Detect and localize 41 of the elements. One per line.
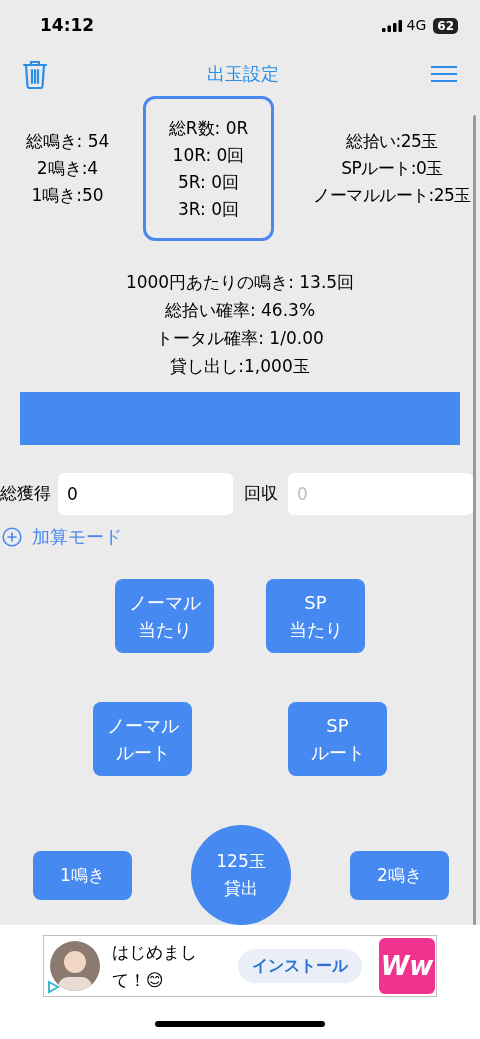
summary-text: 貸し出し:1,000玉 [170, 355, 310, 379]
install-button[interactable]: インストール [238, 949, 362, 983]
network-label: 4G [406, 16, 427, 36]
input-field[interactable]: 0 [58, 473, 233, 515]
action-button[interactable]: SP ルート [288, 702, 387, 776]
stat-text: SPルート:0玉 [341, 157, 443, 181]
screen-title: 出玉設定 [207, 62, 279, 87]
signal-icon [381, 19, 402, 32]
round-count-text: 5R: 0回 [177, 170, 240, 194]
menu-icon [430, 64, 458, 83]
stat-text: 総拾い:25玉 [346, 130, 438, 154]
stat-text: 1鳴き:50 [31, 184, 104, 208]
action-button[interactable]: 1鳴き [33, 850, 132, 900]
battery-icon: 62 [433, 17, 458, 34]
menu-button[interactable] [430, 63, 458, 84]
action-button[interactable]: ノーマル 当たり [115, 579, 214, 653]
round-count-text: 10R: 0回 [172, 143, 245, 167]
stat-text: 総鳴き: 54 [25, 130, 110, 154]
summary-text: トータル確率: 1/0.00 [156, 327, 324, 351]
app-icon: Ww [379, 938, 435, 994]
add-mode-link[interactable]: 加算モード [2, 523, 122, 550]
summary-text: 総拾い確率: 46.3% [164, 299, 316, 323]
avatar [50, 941, 100, 991]
delete-button[interactable] [22, 58, 48, 89]
round-count-text: 総R数: 0R [168, 116, 249, 140]
trash-icon [22, 58, 48, 89]
action-button[interactable]: SP 当たり [266, 579, 365, 653]
action-button[interactable]: 2鳴き [350, 850, 449, 900]
ad-text: はじめまして！😊 [112, 941, 198, 992]
summary-text: 1000円あたりの鳴き: 13.5回 [125, 271, 355, 295]
field-label: 総獲得 [0, 482, 51, 506]
lend-button[interactable]: 125玉 貸出 [191, 825, 291, 925]
play-icon[interactable] [46, 980, 60, 994]
input-field[interactable]: 0 [288, 473, 473, 515]
plus-circle-icon [2, 526, 22, 547]
field-label: 回収 [244, 482, 278, 506]
round-count-text: 3R: 0回 [177, 197, 240, 221]
status-time: 14:12 [40, 14, 95, 38]
stat-text: 2鳴き:4 [36, 157, 99, 181]
stat-text: ノーマルルート:25玉 [313, 184, 471, 208]
action-button[interactable]: ノーマル ルート [93, 702, 192, 776]
